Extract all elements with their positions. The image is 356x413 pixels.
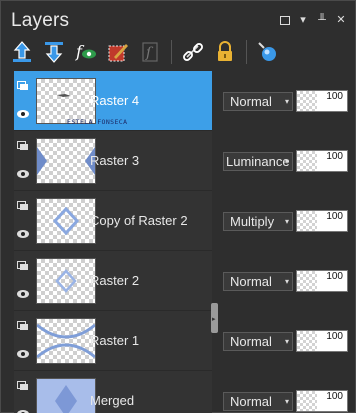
layer-row[interactable]: Merged xyxy=(14,371,212,413)
layer-row[interactable]: Raster 3 xyxy=(14,131,212,191)
layer-thumbnail xyxy=(36,138,96,184)
layer-props-row: Normal ▾ 100 xyxy=(220,371,355,413)
layers-toolbar: f ſ xyxy=(9,37,287,67)
maximize-icon[interactable] xyxy=(280,15,290,25)
layer-props-row: Luminance ▾ 100 xyxy=(220,131,355,191)
layer-group-icon[interactable] xyxy=(17,141,29,151)
opacity-field[interactable]: 100 xyxy=(296,90,348,112)
blend-mode-select[interactable]: Multiply ▾ xyxy=(223,212,293,231)
layer-thumbnail xyxy=(36,198,96,244)
eye-icon[interactable] xyxy=(16,169,30,179)
pin-icon[interactable]: ╨ xyxy=(316,14,328,26)
layer-props-row: Multiply ▾ 100 xyxy=(220,191,355,251)
layer-props-row: Normal ▾ 100 xyxy=(220,251,355,311)
opacity-field[interactable]: 100 xyxy=(296,150,348,172)
eye-icon[interactable] xyxy=(16,349,30,359)
layer-name[interactable]: Raster 3 xyxy=(90,153,139,168)
chevron-down-icon: ▾ xyxy=(284,217,289,226)
layer-row[interactable]: ESTELA FONSECA Raster 4 xyxy=(14,71,212,131)
properties-icon[interactable] xyxy=(255,39,281,65)
layer-thumbnail: ESTELA FONSECA xyxy=(36,78,127,126)
blend-mode-select[interactable]: Normal ▾ xyxy=(223,92,293,111)
layer-name[interactable]: Copy of Raster 2 xyxy=(90,213,188,228)
new-raster-layer-icon[interactable] xyxy=(9,39,35,65)
blend-mode-select[interactable]: Normal ▾ xyxy=(223,332,293,351)
chevron-down-icon: ▾ xyxy=(284,277,289,286)
layer-name[interactable]: Merged xyxy=(90,393,134,408)
layer-name[interactable]: Raster 4 xyxy=(90,93,139,108)
lock-icon[interactable] xyxy=(212,39,238,65)
layer-props-row: Normal ▾ 100 xyxy=(220,71,355,131)
edit-selection-icon[interactable] xyxy=(105,39,131,65)
layer-row[interactable]: Copy of Raster 2 xyxy=(14,191,212,251)
blend-mode-select[interactable]: Normal ▾ xyxy=(223,392,293,411)
close-icon[interactable]: ✕ xyxy=(335,14,347,26)
chevron-down-icon: ▾ xyxy=(284,97,289,106)
chevron-down-icon: ▾ xyxy=(284,337,289,346)
opacity-field[interactable]: 100 xyxy=(296,210,348,232)
layer-name[interactable]: Raster 2 xyxy=(90,273,139,288)
svg-text:ſ: ſ xyxy=(145,45,154,61)
layer-name[interactable]: Raster 1 xyxy=(90,333,139,348)
layer-props-row: Normal ▾ 100 xyxy=(220,311,355,371)
blend-mode-select[interactable]: Luminance ▾ xyxy=(223,152,293,171)
new-layer-below-icon[interactable] xyxy=(41,39,67,65)
link-icon[interactable] xyxy=(180,39,206,65)
layer-group-icon[interactable] xyxy=(17,81,29,91)
menu-dropdown-icon[interactable]: ▾ xyxy=(297,14,309,26)
eye-icon[interactable] xyxy=(16,109,30,119)
toolbar-separator-2 xyxy=(246,40,247,64)
toolbar-separator xyxy=(171,40,172,64)
layers-panel: Layers ▾ ╨ ✕ f ſ ESTELA FONSECA Raster 4… xyxy=(0,0,356,413)
splitter-handle[interactable]: ▸ xyxy=(211,303,218,333)
chevron-down-icon: ▾ xyxy=(284,157,289,166)
blend-mode-select[interactable]: Normal ▾ xyxy=(223,272,293,291)
eye-icon[interactable] xyxy=(16,409,30,413)
layer-effects-icon[interactable]: f xyxy=(73,39,99,65)
layer-properties: Normal ▾ 100 Luminance ▾ 100 Multiply ▾ 100… xyxy=(220,71,355,413)
panel-title: Layers xyxy=(11,10,70,31)
watermark-text: ESTELA FONSECA xyxy=(67,118,128,126)
opacity-field[interactable]: 100 xyxy=(296,270,348,292)
title-bar: Layers ▾ ╨ ✕ xyxy=(1,1,355,35)
layer-list: ESTELA FONSECA Raster 4 Raster 3 Copy of… xyxy=(14,71,212,413)
title-controls: ▾ ╨ ✕ xyxy=(280,14,347,26)
layer-group-icon[interactable] xyxy=(17,381,29,391)
layer-thumbnail xyxy=(36,378,96,413)
layer-thumbnail xyxy=(36,318,96,364)
chevron-down-icon: ▾ xyxy=(284,397,289,406)
opacity-field[interactable]: 100 xyxy=(296,330,348,352)
mask-icon[interactable]: ſ xyxy=(137,39,163,65)
layer-thumbnail xyxy=(36,258,96,304)
eye-icon[interactable] xyxy=(16,229,30,239)
eye-icon[interactable] xyxy=(16,289,30,299)
layer-group-icon[interactable] xyxy=(17,321,29,331)
opacity-field[interactable]: 100 xyxy=(296,390,348,412)
layer-row[interactable]: Raster 2 xyxy=(14,251,212,311)
layer-group-icon[interactable] xyxy=(17,201,29,211)
layer-row[interactable]: Raster 1 xyxy=(14,311,212,371)
layer-group-icon[interactable] xyxy=(17,261,29,271)
